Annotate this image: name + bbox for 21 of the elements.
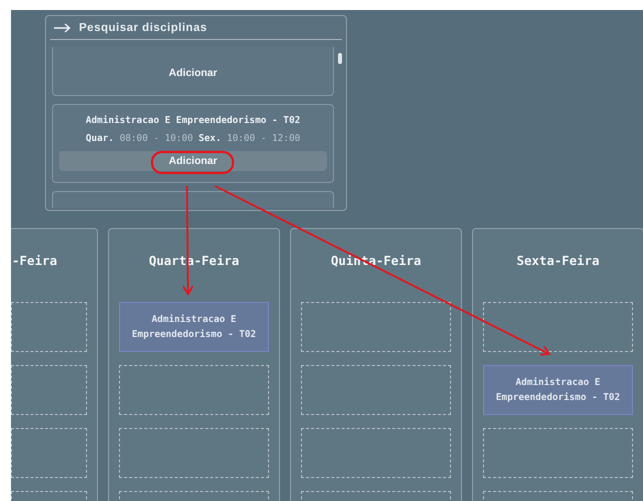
empty-slot[interactable]: [119, 428, 269, 478]
class-slot[interactable]: Administracao E Empreendedorismo - T02: [119, 302, 269, 352]
day-name: Sexta-Feira: [516, 253, 600, 268]
course-schedule: Quar. 08:00 - 10:00 Sex. 10:00 - 12:00: [86, 133, 300, 144]
empty-slot[interactable]: [119, 365, 269, 415]
empty-slot[interactable]: [301, 365, 451, 415]
empty-slot[interactable]: [483, 428, 633, 478]
empty-slot[interactable]: [301, 428, 451, 478]
panel-title: Pesquisar disciplinas: [79, 22, 208, 34]
empty-slot[interactable]: [11, 302, 87, 352]
class-slot[interactable]: Administracao E Empreendedorismo - T02: [483, 365, 633, 415]
scrollbar-thumb[interactable]: [338, 53, 342, 64]
empty-slot[interactable]: [11, 365, 87, 415]
add-button[interactable]: Adicionar: [168, 63, 218, 83]
empty-slot[interactable]: [301, 302, 451, 352]
add-button[interactable]: Adicionar: [59, 151, 327, 171]
day-name: -Feira: [12, 253, 58, 268]
empty-slot[interactable]: [11, 428, 87, 478]
course-title: Administracao E Empreendedorismo - T02: [86, 115, 300, 126]
empty-slot[interactable]: [483, 302, 633, 352]
arrow-right-icon[interactable]: [54, 23, 71, 33]
